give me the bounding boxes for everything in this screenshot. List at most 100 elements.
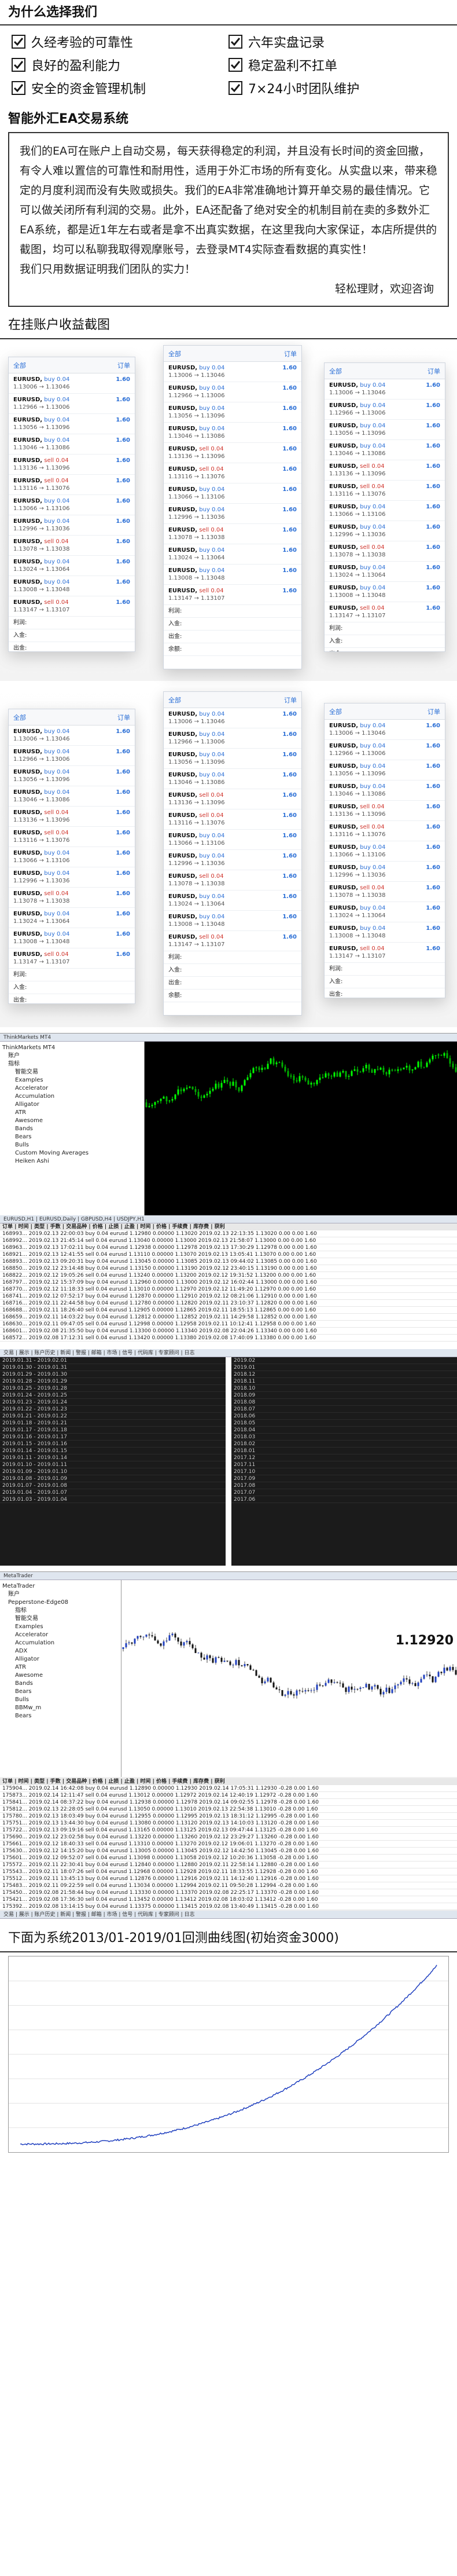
table-row[interactable]: 175661... 2019.02.12 18:40:33 sell 0.04 … <box>0 1841 457 1848</box>
phone-tab-orders[interactable]: 订单 <box>117 361 130 370</box>
table-row[interactable]: 168601... 2019.02.08 21:35:50 buy 0.04 e… <box>0 1328 457 1335</box>
table-row[interactable]: 175483... 2019.02.11 09:22:59 sell 0.04 … <box>0 1882 457 1889</box>
table-row[interactable]: 175873... 2019.02.14 12:11:47 sell 0.04 … <box>0 1792 457 1799</box>
navigator-item[interactable]: Bands <box>2 1125 142 1133</box>
navigator-item[interactable]: Awesome <box>2 1672 119 1680</box>
trade-row: EURUSD, buy 0.04 1.60 1.13006 → 1.13046 <box>164 362 301 382</box>
navigator-item[interactable]: Custom Moving Averages <box>2 1149 142 1157</box>
page: 为什么选择我们 久经考验的可靠性 六年实盘记录 良好的盈利能力 稳定盈利不扛单 … <box>0 0 457 2576</box>
navigator-item[interactable]: Pepperstone-Edge08 <box>2 1599 119 1607</box>
table-row[interactable]: 175543... 2019.02.11 18:07:26 sell 0.04 … <box>0 1868 457 1875</box>
table-row[interactable]: 168630... 2019.02.11 09:47:05 sell 0.04 … <box>0 1321 457 1328</box>
navigator-item[interactable]: ATR <box>2 1663 119 1672</box>
phone-tab-orders[interactable]: 订单 <box>427 707 440 716</box>
table-row[interactable]: 175450... 2019.02.08 21:58:44 buy 0.04 e… <box>0 1889 457 1896</box>
table-row[interactable]: 168850... 2019.02.12 23:14:48 buy 0.04 e… <box>0 1265 457 1272</box>
phone-tab-all[interactable]: 全部 <box>13 361 26 370</box>
navigator-item[interactable]: 智能交易 <box>2 1615 119 1623</box>
navigator-item[interactable]: 智能交易 <box>2 1068 142 1076</box>
table-row[interactable]: 175722... 2019.02.13 09:19:16 sell 0.04 … <box>0 1827 457 1834</box>
trade-side: buy 0.04 <box>44 769 70 775</box>
phone-tab-orders[interactable]: 订单 <box>284 695 297 705</box>
table-row[interactable]: 175690... 2019.02.12 23:02:58 buy 0.04 e… <box>0 1834 457 1841</box>
table-row[interactable]: 175630... 2019.02.12 14:15:20 buy 0.04 e… <box>0 1848 457 1855</box>
navigator-item[interactable]: Bands <box>2 1680 119 1688</box>
candle-body <box>345 1687 347 1692</box>
navigator-item[interactable]: Alligator <box>2 1655 119 1663</box>
navigator-item[interactable]: Examples <box>2 1076 142 1084</box>
table-row[interactable]: 175812... 2019.02.13 22:28:05 sell 0.04 … <box>0 1806 457 1813</box>
table-row[interactable]: 168770... 2019.02.12 11:18:33 sell 0.04 … <box>0 1286 457 1293</box>
navigator-item[interactable]: Awesome <box>2 1117 142 1125</box>
table-row[interactable]: 168893... 2019.02.13 09:20:31 buy 0.04 e… <box>0 1258 457 1265</box>
table-row[interactable]: 175751... 2019.02.13 13:44:30 buy 0.04 e… <box>0 1820 457 1827</box>
navigator-item[interactable]: Bears <box>2 1712 119 1720</box>
table-row[interactable]: 168716... 2019.02.11 22:44:58 buy 0.04 e… <box>0 1300 457 1307</box>
navigator-item[interactable]: ADX <box>2 1647 119 1655</box>
candle-body <box>191 1086 194 1090</box>
navigator-item[interactable]: Bulls <box>2 1141 142 1149</box>
candle-body <box>443 1668 445 1673</box>
table-row[interactable]: 175601... 2019.02.12 09:52:07 sell 0.04 … <box>0 1855 457 1862</box>
table-row[interactable]: 168659... 2019.02.11 14:03:22 buy 0.04 e… <box>0 1314 457 1321</box>
table-row[interactable]: 175780... 2019.02.13 18:03:49 buy 0.04 e… <box>0 1813 457 1820</box>
table-row[interactable]: 175841... 2019.02.14 08:37:22 buy 0.04 e… <box>0 1799 457 1806</box>
trade-price: 1.13136 → 1.13096 <box>329 471 386 477</box>
table-row[interactable]: 175572... 2019.02.11 22:30:41 buy 0.04 e… <box>0 1862 457 1868</box>
phone-tab-all[interactable]: 全部 <box>329 367 342 376</box>
phone-tab-orders[interactable]: 订单 <box>284 349 297 358</box>
navigator-item[interactable]: 指标 <box>2 1060 142 1068</box>
table-row[interactable]: 168921... 2019.02.13 12:41:55 sell 0.04 … <box>0 1251 457 1258</box>
navigator-item[interactable]: Examples <box>2 1623 119 1631</box>
navigator-item[interactable]: 指标 <box>2 1607 119 1615</box>
trade-row: EURUSD, buy 0.04 1.60 1.12996 → 1.13036 <box>9 515 135 536</box>
navigator-item[interactable]: Accelerator <box>2 1631 119 1639</box>
trade-side: buy 0.04 <box>44 850 70 856</box>
table-row[interactable]: 175392... 2019.02.08 13:14:15 buy 0.04 e… <box>0 1903 457 1910</box>
table-row[interactable]: 168797... 2019.02.12 15:37:09 buy 0.04 e… <box>0 1279 457 1286</box>
trade-profit: 1.60 <box>426 423 440 429</box>
phone-tab-all[interactable]: 全部 <box>168 695 181 705</box>
candle-body <box>180 1641 182 1646</box>
phone-tab-orders[interactable]: 订单 <box>427 367 440 376</box>
navigator-item[interactable]: Alligator <box>2 1101 142 1109</box>
navigator-item[interactable]: 账户 <box>2 1591 119 1599</box>
trade-side: buy 0.04 <box>360 864 386 871</box>
table-row[interactable]: 168741... 2019.02.12 07:52:17 buy 0.04 e… <box>0 1293 457 1300</box>
candle-body <box>359 1687 362 1690</box>
table-row[interactable]: 168688... 2019.02.11 18:26:40 sell 0.04 … <box>0 1307 457 1314</box>
trade-row: EURUSD, sell 0.04 1.60 1.13147 → 1.13107 <box>325 943 445 963</box>
table-row[interactable]: 168822... 2019.02.12 19:05:26 sell 0.04 … <box>0 1272 457 1279</box>
navigator-item[interactable]: Accelerator <box>2 1084 142 1093</box>
navigator-item[interactable]: ThinkMarkets MT4 <box>2 1044 142 1052</box>
navigator-item[interactable]: Accumulation <box>2 1639 119 1647</box>
table-row[interactable]: 168992... 2019.02.13 21:45:14 sell 0.04 … <box>0 1237 457 1244</box>
navigator-item[interactable]: Accumulation <box>2 1093 142 1101</box>
table-row[interactable]: 175421... 2019.02.08 17:36:30 sell 0.04 … <box>0 1896 457 1903</box>
table-row[interactable]: 175904... 2019.02.14 16:42:08 buy 0.04 e… <box>0 1785 457 1792</box>
phone-tab-all[interactable]: 全部 <box>13 713 26 722</box>
phone-tab-all[interactable]: 全部 <box>168 349 181 358</box>
candle-body <box>174 1633 176 1638</box>
navigator-item[interactable]: Bulls <box>2 1696 119 1704</box>
navigator-item[interactable]: Heiken Ashi <box>2 1157 142 1166</box>
candle-body <box>336 1682 338 1683</box>
trade-side: sell 0.04 <box>44 891 69 897</box>
trade-profit: 1.60 <box>426 885 440 891</box>
navigator-item[interactable]: Bears <box>2 1688 119 1696</box>
phone-tab-orders[interactable]: 订单 <box>117 713 130 722</box>
trade-profit: 1.60 <box>282 853 297 859</box>
table-row[interactable]: 168572... 2019.02.08 17:12:31 sell 0.04 … <box>0 1335 457 1342</box>
navigator-item[interactable]: Bears <box>2 1133 142 1141</box>
table-row[interactable]: 168993... 2019.02.13 22:00:03 buy 0.04 e… <box>0 1230 457 1237</box>
navigator-item[interactable]: MetaTrader <box>2 1582 119 1591</box>
trade-profit: 1.60 <box>426 382 440 389</box>
candle-body <box>406 1065 408 1068</box>
candle-body <box>414 1067 417 1069</box>
table-row[interactable]: 168963... 2019.02.13 17:02:11 buy 0.04 e… <box>0 1244 457 1251</box>
navigator-item[interactable]: 账户 <box>2 1052 142 1060</box>
navigator-item[interactable]: ATR <box>2 1109 142 1117</box>
phone-tab-all[interactable]: 全部 <box>329 707 342 716</box>
table-row[interactable]: 175512... 2019.02.11 13:45:13 buy 0.04 e… <box>0 1875 457 1882</box>
navigator-item[interactable]: BBMw_m <box>2 1704 119 1712</box>
